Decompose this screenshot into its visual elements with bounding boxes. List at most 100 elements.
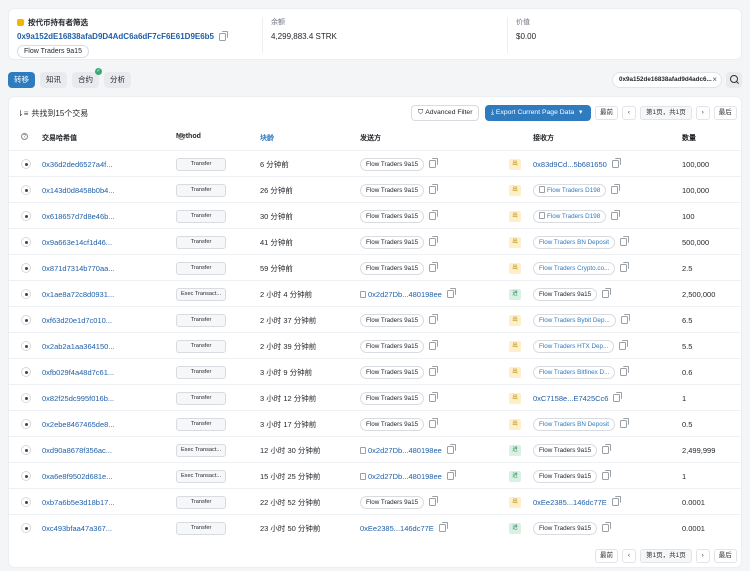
tx-hash[interactable]: 0xd90a8678f356ac... — [42, 437, 112, 463]
eye-icon[interactable] — [21, 471, 31, 481]
eye-icon[interactable] — [21, 289, 31, 299]
copy-icon[interactable] — [602, 444, 612, 454]
copy-icon[interactable] — [620, 262, 630, 272]
export-button[interactable]: ⤓ Export Current Page Data ▾ — [485, 105, 591, 121]
copy-icon[interactable] — [429, 340, 439, 350]
copy-icon[interactable] — [620, 366, 630, 376]
copy-icon[interactable] — [620, 314, 630, 324]
from-address[interactable]: 0xEe2385...146dc77E — [360, 524, 434, 533]
from-tag[interactable]: Flow Traders 9a15 — [360, 339, 425, 353]
tx-hash[interactable]: 0x9a663e14cf1d46... — [42, 229, 112, 255]
tx-hash[interactable]: 0xc493bfaa47a367... — [42, 515, 112, 541]
to-tag[interactable]: Flow Traders Bitfinex D... — [533, 365, 616, 379]
to-tag[interactable]: Flow Traders HTX Dep... — [533, 339, 615, 353]
next-page-button[interactable]: › — [695, 549, 710, 563]
copy-icon[interactable] — [619, 340, 629, 350]
from-tag[interactable]: Flow Traders 9a15 — [360, 365, 425, 379]
eye-icon[interactable] — [21, 159, 31, 169]
from-tag[interactable]: Flow Traders 9a15 — [360, 261, 425, 275]
copy-icon[interactable] — [446, 470, 456, 480]
active-filter-chip[interactable]: 0x9a152de16838afad9d4adc6... × — [612, 72, 722, 88]
copy-icon[interactable] — [429, 158, 439, 168]
copy-icon[interactable] — [438, 522, 448, 532]
copy-icon[interactable] — [611, 184, 621, 194]
eye-icon[interactable] — [21, 211, 31, 221]
holder-address-text[interactable]: 0x9a152dE16838afaD9D4AdC6a6dF7cF6E61D9E6… — [17, 32, 214, 41]
eye-icon[interactable] — [21, 341, 31, 351]
tab-info[interactable]: 知讯 — [40, 72, 67, 88]
copy-icon[interactable] — [219, 30, 229, 41]
tx-hash[interactable]: 0x2ab2a1aa364150... — [42, 333, 115, 359]
search-button[interactable] — [726, 72, 742, 88]
copy-icon[interactable] — [611, 158, 621, 168]
copy-icon[interactable] — [611, 210, 621, 220]
copy-icon[interactable] — [620, 418, 629, 428]
to-tag[interactable]: Flow Traders BN Deposit — [533, 235, 615, 249]
tx-hash[interactable]: 0x1ae8a72c8d0931... — [42, 281, 114, 307]
to-tag[interactable]: Flow Traders Crypto.co... — [533, 261, 616, 275]
copy-icon[interactable] — [429, 496, 439, 506]
holder-address[interactable]: 0x9a152dE16838afaD9D4AdC6a6dF7cF6E61D9E6… — [17, 30, 257, 41]
copy-icon[interactable] — [429, 262, 439, 272]
tab-transfers[interactable]: 转移 — [8, 72, 35, 88]
from-address[interactable]: 0x2d27Db...480198ee — [368, 290, 442, 299]
eye-icon[interactable] — [21, 185, 31, 195]
eye-icon[interactable] — [21, 315, 31, 325]
from-tag[interactable]: Flow Traders 9a15 — [360, 495, 425, 509]
from-tag[interactable]: Flow Traders 9a15 — [360, 391, 425, 405]
tx-hash[interactable]: 0xfb029f4a48d7c61... — [42, 359, 114, 385]
to-address[interactable]: 0xC7158e...E7425Cc6 — [533, 394, 608, 403]
to-tag[interactable]: Flow Traders BN Deposit — [533, 417, 615, 431]
from-tag[interactable]: Flow Traders 9a15 — [360, 183, 425, 197]
tx-hash[interactable]: 0x36d2ded6527a4f... — [42, 151, 112, 177]
from-address[interactable]: 0x2d27Db...480198ee — [368, 472, 442, 481]
copy-icon[interactable] — [613, 392, 623, 402]
from-tag[interactable]: Flow Traders 9a15 — [360, 157, 425, 171]
copy-icon[interactable] — [602, 522, 612, 532]
copy-icon[interactable] — [429, 366, 439, 376]
tx-hash[interactable]: 0x82f25dc995f016b... — [42, 385, 114, 411]
eye-icon[interactable] — [21, 445, 31, 455]
tab-contract[interactable]: 合约 ✓ — [72, 68, 102, 88]
eye-icon[interactable] — [21, 367, 31, 377]
to-tag[interactable]: Flow Traders 9a15 — [533, 443, 598, 457]
copy-icon[interactable] — [429, 418, 439, 428]
copy-icon[interactable] — [429, 210, 439, 220]
prev-page-button[interactable]: ‹ — [622, 106, 636, 120]
eye-icon[interactable] — [21, 393, 31, 403]
copy-icon[interactable] — [602, 288, 612, 298]
copy-icon[interactable] — [602, 470, 612, 480]
from-tag[interactable]: Flow Traders 9a15 — [360, 417, 425, 431]
tab-analytics[interactable]: 分析 — [104, 72, 131, 88]
eye-icon[interactable] — [21, 419, 31, 429]
to-tag[interactable]: Flow Traders 9a15 — [533, 287, 598, 301]
copy-icon[interactable] — [429, 314, 439, 324]
to-tag[interactable]: Flow Traders 9a15 — [533, 469, 598, 483]
from-tag[interactable]: Flow Traders 9a15 — [360, 235, 425, 249]
from-tag[interactable]: Flow Traders 9a15 — [360, 313, 425, 327]
tx-hash[interactable]: 0x2ebe8467465de8... — [42, 411, 115, 437]
tx-hash[interactable]: 0xb7a6b5e3d18b17... — [42, 489, 115, 515]
from-address[interactable]: 0x2d27Db...480198ee — [368, 446, 442, 455]
first-page-button[interactable]: 最前 — [595, 106, 618, 120]
close-icon[interactable]: × — [712, 73, 717, 87]
to-tag[interactable]: Flow Traders D198 — [533, 183, 607, 197]
help-icon[interactable]: ? — [178, 133, 185, 140]
eye-icon[interactable] — [21, 237, 31, 247]
to-tag[interactable]: Flow Traders Bybit Dep... — [533, 313, 616, 327]
tx-hash[interactable]: 0x871d7314b770aa... — [42, 255, 115, 281]
copy-icon[interactable] — [429, 392, 439, 402]
next-page-button[interactable]: › — [695, 106, 710, 120]
to-address[interactable]: 0x83d9Cd...5b681650 — [533, 160, 607, 169]
last-page-button[interactable]: 最后 — [713, 106, 737, 120]
holder-tag[interactable]: Flow Traders 9a15 — [17, 45, 89, 58]
eye-icon[interactable] — [21, 523, 31, 533]
last-page-button[interactable]: 最后 — [713, 549, 737, 563]
copy-icon[interactable] — [429, 236, 439, 246]
advanced-filter-button[interactable]: ⛉ Advanced Filter — [411, 105, 480, 121]
copy-icon[interactable] — [611, 496, 621, 506]
tx-hash[interactable]: 0xa6e8f9502d681e... — [42, 463, 112, 489]
eye-icon[interactable] — [21, 263, 31, 273]
tx-hash[interactable]: 0x143d0d8458b0b4... — [42, 177, 115, 203]
eye-icon[interactable] — [21, 497, 31, 507]
